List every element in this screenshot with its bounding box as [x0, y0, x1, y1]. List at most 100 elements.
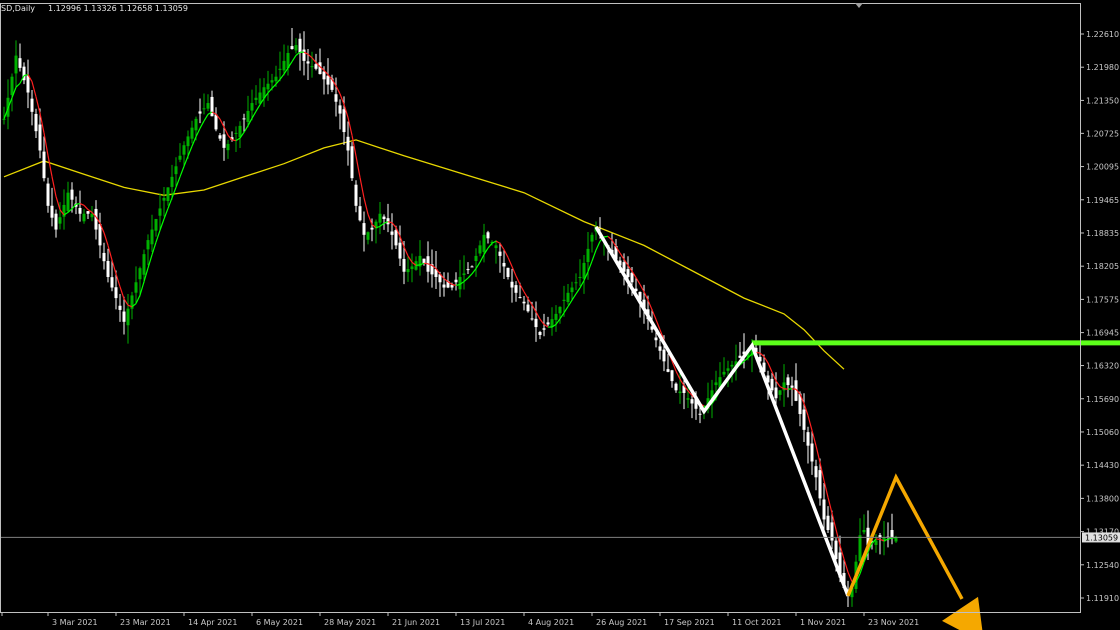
candle-body: [86, 211, 90, 214]
candle-body: [162, 197, 166, 201]
candle-body: [302, 49, 306, 61]
candle-body: [346, 136, 350, 151]
candle-body: [482, 234, 486, 252]
candle-body: [550, 319, 554, 327]
candle-body: [2, 118, 6, 120]
x-tick-label: 4 Aug 2021: [528, 618, 574, 627]
candle-body: [306, 61, 310, 64]
candle-body: [470, 266, 474, 268]
candle-body: [310, 66, 314, 68]
candle-body: [106, 261, 110, 277]
candle-body: [394, 230, 398, 246]
candle-body: [266, 83, 270, 90]
x-tick-label: 21 Jun 2021: [392, 618, 440, 627]
fast-ma-segment: [231, 139, 237, 142]
candle-body: [502, 262, 506, 267]
candle-body: [382, 216, 386, 220]
candle-body: [402, 258, 406, 272]
candle-body: [890, 530, 894, 538]
candle-body: [46, 183, 50, 206]
candle-body: [378, 213, 382, 223]
candle-body: [350, 146, 354, 179]
candle-body: [786, 377, 790, 386]
candle-body: [234, 132, 238, 134]
candle-body: [554, 313, 558, 320]
candle-body: [562, 299, 566, 301]
candle-body: [822, 499, 826, 520]
candle-body: [630, 272, 634, 283]
candle-body: [658, 346, 662, 351]
candle-body: [202, 108, 206, 110]
candle-body: [874, 540, 878, 545]
candle-body: [814, 466, 818, 478]
candle-body: [34, 113, 38, 132]
y-tick-label: 1.18835: [1086, 229, 1119, 238]
x-tick-label: 11 Oct 2021: [732, 618, 781, 627]
candle-body: [58, 217, 62, 224]
candle-body: [222, 134, 226, 148]
x-tick-label: 26 Aug 2021: [596, 618, 647, 627]
candle-body: [190, 127, 194, 139]
y-tick-label: 1.13800: [1086, 494, 1119, 503]
candle-body: [354, 184, 358, 206]
candle-body: [274, 76, 278, 82]
candle-body: [590, 234, 594, 242]
candle-body: [326, 75, 330, 85]
x-tick-label: 23 Mar 2021: [120, 618, 171, 627]
candle-body: [542, 328, 546, 330]
candle-body: [178, 155, 182, 160]
candle-body: [26, 75, 30, 93]
candle-body: [10, 76, 14, 96]
candle-body: [150, 229, 154, 245]
candle-body: [678, 391, 682, 394]
candle-body: [218, 135, 222, 139]
candle-body: [858, 535, 862, 562]
candle-body: [334, 94, 338, 102]
candle-body: [410, 266, 414, 270]
candle-body: [118, 305, 122, 310]
candle-body: [54, 213, 58, 230]
candle-body: [826, 515, 830, 531]
candle-body: [486, 232, 490, 239]
candle-body: [314, 64, 318, 69]
y-tick-label: 1.12540: [1086, 561, 1119, 570]
candle-body: [726, 368, 730, 371]
price-chart[interactable]: 1.22610 1.21980 1.21350 1.20725 1.20095 1.194…: [0, 0, 1120, 630]
candle-body: [362, 223, 366, 235]
candle-body: [518, 297, 522, 299]
x-tick-label: 14 Apr 2021: [188, 618, 237, 627]
candle-body: [722, 371, 726, 375]
candle-body: [134, 282, 138, 293]
candle-body: [126, 308, 130, 326]
candle-body: [366, 232, 370, 240]
candle-body: [294, 45, 298, 51]
candle-body: [270, 80, 274, 83]
candle-body: [526, 304, 530, 312]
candle-body: [146, 240, 150, 250]
y-tick-label: 1.21350: [1086, 96, 1119, 105]
candle-body: [686, 398, 690, 400]
candle-body: [862, 530, 866, 533]
candle-body: [158, 208, 162, 216]
chart-header-ohlc: 1.12996 1.13326 1.12658 1.13059: [48, 4, 188, 13]
y-tick-label: 1.11910: [1086, 594, 1119, 603]
candle-body: [774, 387, 778, 399]
candle-body: [18, 58, 22, 68]
x-tick-label: 6 May 2021: [256, 618, 303, 627]
candle-body: [206, 103, 210, 109]
candle-body: [442, 284, 446, 288]
y-tick-label: 1.16320: [1086, 362, 1119, 371]
candle-body: [802, 409, 806, 430]
candle-body: [810, 443, 814, 462]
candle-body: [170, 176, 174, 187]
candle-body: [586, 248, 590, 263]
y-tick-label: 1.14430: [1086, 461, 1119, 470]
candle-body: [78, 208, 82, 214]
y-tick-label: 1.19465: [1086, 196, 1119, 205]
candle-body: [66, 192, 70, 212]
x-tick-label: 23 Nov 2021: [868, 618, 919, 627]
candle-body: [654, 337, 658, 341]
last-price-label: 1.13059: [1085, 533, 1118, 542]
candle-body: [778, 390, 782, 395]
candle-body: [566, 292, 570, 303]
